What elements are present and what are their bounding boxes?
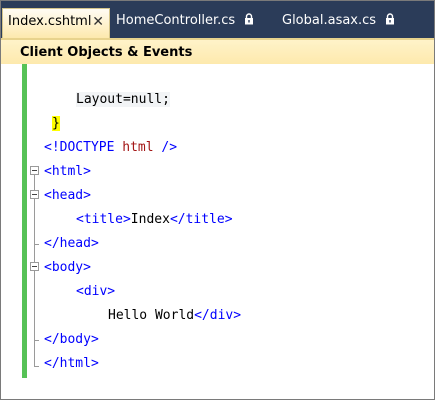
outline-end-tick [34,340,39,341]
body-open-tag: <body> [44,260,91,275]
html-open-tag: <html> [44,164,91,179]
head-close-tag: </head> [44,236,99,251]
html-close-tag: </html> [44,356,99,371]
doctype-keyword: DOCTYPE [59,140,115,155]
lock-icon [244,9,254,25]
body-close-tag: </body> [44,332,99,347]
collapse-head-icon[interactable] [30,190,39,199]
doctype-attr: html [122,140,154,155]
tab-label: HomeController.cs [116,13,236,28]
outline-end-tick [34,244,39,245]
editor-window: Index.cshtml ✕ HomeController.cs Global.… [0,0,435,400]
title-text: Index [130,212,170,227]
doctype-close: /> [161,140,178,155]
outline-line [34,175,35,367]
doctype-open: <! [44,140,60,155]
code-line: </html> [44,352,99,376]
code-line: <div> [44,280,115,304]
div-open-tag: <div> [76,284,116,299]
close-tab-icon[interactable]: ✕ [92,9,104,35]
tab-label: Global.asax.cs [282,13,377,28]
collapse-body-icon[interactable] [30,262,39,271]
document-tab-strip: Index.cshtml ✕ HomeController.cs Global.… [0,0,435,38]
tab-homecontroller-cs[interactable]: HomeController.cs [110,8,254,34]
code-line: <title>Index</title> [44,208,233,232]
code-editor[interactable]: @{ Layout=null; } <!DOCTYPE html /> <htm… [0,64,435,400]
code-line: } [44,112,60,136]
lock-icon [385,9,395,25]
title-close-tag: </title> [169,212,233,227]
code-line: </head> [44,232,99,256]
razor-statement: Layout=null; [76,92,170,107]
code-line: <html> [44,160,91,184]
tab-label: Index.cshtml [8,14,92,29]
code-line: </body> [44,328,99,352]
code-line: <head> [44,184,91,208]
code-line: @{ [44,64,107,107]
code-line: <!DOCTYPE html /> [44,136,177,160]
div-close-tag: </div> [194,308,242,323]
client-objects-events-dropdown[interactable]: Client Objects & Events [20,43,192,63]
tab-index-cshtml[interactable]: Index.cshtml ✕ [2,8,110,38]
razor-block-close: } [52,116,60,131]
navigation-bar: Client Objects & Events [0,38,435,64]
code-line: Layout=null; [44,88,170,112]
title-open-tag: <title> [76,212,131,227]
code-line: <body> [44,256,91,280]
div-text: Hello World [108,308,195,323]
tab-global-asax-cs[interactable]: Global.asax.cs [276,8,395,34]
collapse-html-icon[interactable] [30,166,39,175]
code-line: Hello World</div> [44,304,241,328]
head-open-tag: <head> [44,188,91,203]
change-tracking-bar [22,64,27,378]
outline-end-tick [34,366,39,367]
